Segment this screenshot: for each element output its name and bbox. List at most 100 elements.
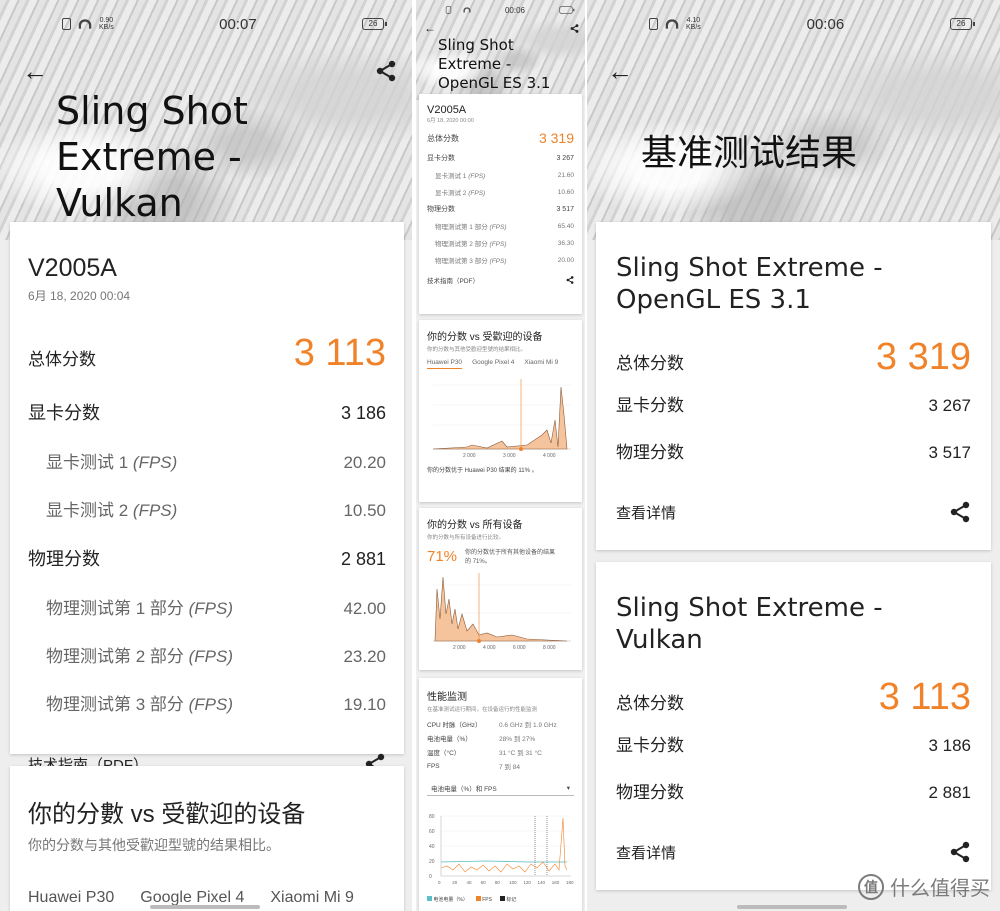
view-details-link[interactable]: 查看详情: [616, 842, 676, 863]
fps-unit: (FPS): [466, 173, 486, 180]
fps-unit: (FPS): [183, 599, 234, 618]
device-tabs: Huawei P30 Google Pixel 4 Xiaomi Mi 9: [427, 359, 574, 369]
tech-guide-row[interactable]: 技术指南（PDF）: [427, 275, 574, 285]
back-arrow-icon[interactable]: ←: [424, 22, 436, 34]
section-subtitle: 在基准测试运行期间，在设备运行的性能监测: [427, 707, 538, 713]
x-tick: 0: [438, 880, 441, 885]
status-time: 00:06: [504, 5, 526, 15]
score-value: 3 267: [556, 154, 574, 162]
fps-unit: (FPS): [466, 190, 486, 197]
result-card-opengl[interactable]: Sling Shot Extreme - OpenGL ES 3.1 总体分数 …: [596, 222, 991, 550]
share-icon[interactable]: [566, 276, 574, 284]
status-bar: 4.10 KB/s 00:06 26: [587, 0, 1000, 48]
chart-select-value: 电池电量（%）和 FPS: [431, 786, 497, 793]
total-score-label: 总体分数: [616, 354, 684, 373]
tab-huawei-p30[interactable]: Huawei P30: [427, 359, 463, 369]
x-tick: 3 000: [503, 453, 516, 459]
fps-unit: (FPS): [128, 501, 178, 520]
score-value: 10.60: [557, 188, 574, 196]
nav-gesture-bar[interactable]: [150, 905, 260, 909]
x-tick: 80: [495, 880, 501, 885]
legend-fps: FPS: [475, 896, 492, 903]
legend-label: 电池电量（%）: [433, 897, 468, 903]
tech-guide-link[interactable]: 技术指南（PDF）: [427, 275, 479, 285]
result-title: Sling Shot Extreme - Vulkan: [616, 592, 971, 656]
device-name: V2005A: [28, 254, 117, 282]
tab-google-pixel-4[interactable]: Google Pixel 4: [472, 359, 514, 369]
title-line: Sling Shot: [56, 89, 248, 133]
wifi-icon: [665, 19, 679, 29]
monitor-chart: 80 60 40 20 0 0 20 40 60 80 100 120 140 160 180: [429, 814, 574, 885]
device-name: V2005A: [427, 104, 467, 116]
speed-unit: KB/s: [99, 24, 114, 31]
total-score-label: 总体分数: [28, 350, 96, 369]
total-score-row: 总体分数 3 113: [28, 332, 386, 375]
total-score-row: 总体分数 3 319: [616, 336, 971, 379]
gpu-score-value: 3 267: [928, 396, 971, 415]
nav-gesture-bar[interactable]: [737, 905, 847, 909]
title-line: Vulkan: [616, 625, 703, 655]
legend-marker: 标记: [499, 896, 517, 903]
score-value: 23.20: [343, 647, 386, 666]
score-label: 显卡测试 1 (FPS): [435, 173, 486, 180]
result-card-vulkan[interactable]: Sling Shot Extreme - Vulkan 总体分数 3 113 显…: [596, 562, 991, 890]
score-value: 3 186: [340, 403, 386, 423]
monitor-legend: 电池电量（%） FPS 标记: [427, 896, 574, 903]
score-label: 显卡分数: [28, 403, 100, 423]
monitor-row: CPU 时脉（GHz） 0.6 GHz 到 1.9 GHz: [427, 719, 574, 729]
monitor-label: FPS: [427, 762, 440, 770]
section-subtitle: 你的分数与所有设备进行比较。: [427, 535, 505, 541]
score-value: 3 517: [556, 205, 574, 213]
all-devices-card: 你的分数 vs 所有设备 你的分数与所有设备进行比较。 71% 你的分数优于所有…: [419, 508, 582, 670]
score-label: 物理测试第 2 部分 (FPS): [46, 647, 234, 666]
monitor-value: 28% 到 27%: [499, 736, 536, 743]
score-row: 物理测试第 3 部分 (FPS) 19.10: [28, 690, 386, 715]
network-speed: 4.10 KB/s: [686, 17, 701, 31]
chart-select[interactable]: 电池电量（%）和 FPS ▾: [427, 781, 574, 796]
your-score-marker: [519, 447, 523, 451]
share-icon[interactable]: [949, 841, 971, 863]
back-arrow-icon[interactable]: ←: [607, 58, 633, 84]
score-label: 物理分数: [427, 206, 455, 213]
battery-icon: 26: [950, 18, 975, 30]
y-tick: 40: [429, 844, 435, 850]
total-score-value: 3 113: [293, 332, 386, 374]
section-title: 性能监测: [427, 692, 467, 703]
score-value: 10.50: [343, 501, 386, 520]
legend-label: FPS: [482, 897, 492, 903]
physics-score-label: 物理分数: [616, 443, 684, 462]
y-tick: 0: [429, 874, 432, 880]
status-bar: 00:06: [416, 0, 585, 20]
tab-xiaomi-mi-9[interactable]: Xiaomi Mi 9: [524, 359, 558, 369]
title-line: OpenGL ES 3.1: [616, 285, 811, 315]
tab-xiaomi-mi-9[interactable]: Xiaomi Mi 9: [270, 889, 354, 907]
total-score-value: 3 113: [878, 676, 971, 718]
tab-huawei-p30[interactable]: Huawei P30: [28, 889, 114, 907]
score-row: 物理测试第 2 部分 (FPS) 36.30: [427, 238, 574, 249]
score-row: 显卡测试 2 (FPS) 10.50: [28, 496, 386, 521]
share-icon[interactable]: [375, 60, 397, 82]
share-icon[interactable]: [949, 501, 971, 523]
share-icon[interactable]: [570, 24, 579, 33]
legend-label: 标记: [506, 897, 517, 903]
network-speed: 0.90 KB/s: [99, 17, 114, 31]
popular-devices-card: 你的分数 vs 受歡迎的设备 你的分数与其他受歡迎型號的结果相比。 Huawei…: [419, 320, 582, 502]
title-line: Sling Shot Extreme -: [616, 593, 883, 623]
x-tick: 140: [538, 880, 546, 885]
y-tick: 60: [429, 829, 435, 835]
x-tick: 4 000: [483, 645, 496, 651]
back-arrow-icon[interactable]: ←: [22, 58, 48, 84]
physics-score-value: 2 881: [928, 783, 971, 802]
battery-icon: [559, 6, 575, 14]
gpu-score-row: 显卡分数 3 186: [616, 731, 971, 756]
view-details-link[interactable]: 查看详情: [616, 502, 676, 523]
distribution-chart: 2 000 4 000 6 000 8 000: [433, 573, 571, 651]
score-value: 2 881: [340, 549, 386, 569]
total-score-row: 总体分数 3 113: [616, 676, 971, 719]
section-subtitle: 你的分数与其他受歡迎型號的结果相比。: [28, 837, 280, 853]
score-label: 物理测试第 1 部分 (FPS): [46, 599, 234, 618]
monitor-row: 电池电量（%） 28% 到 27%: [427, 733, 574, 743]
section-title: 你的分数 vs 受歡迎的设备: [427, 332, 543, 343]
performance-monitor-card: 性能监测 在基准测试运行期间，在设备运行的性能监测 CPU 时脉（GHz） 0.6…: [419, 678, 582, 911]
score-value: 21.60: [557, 171, 574, 179]
